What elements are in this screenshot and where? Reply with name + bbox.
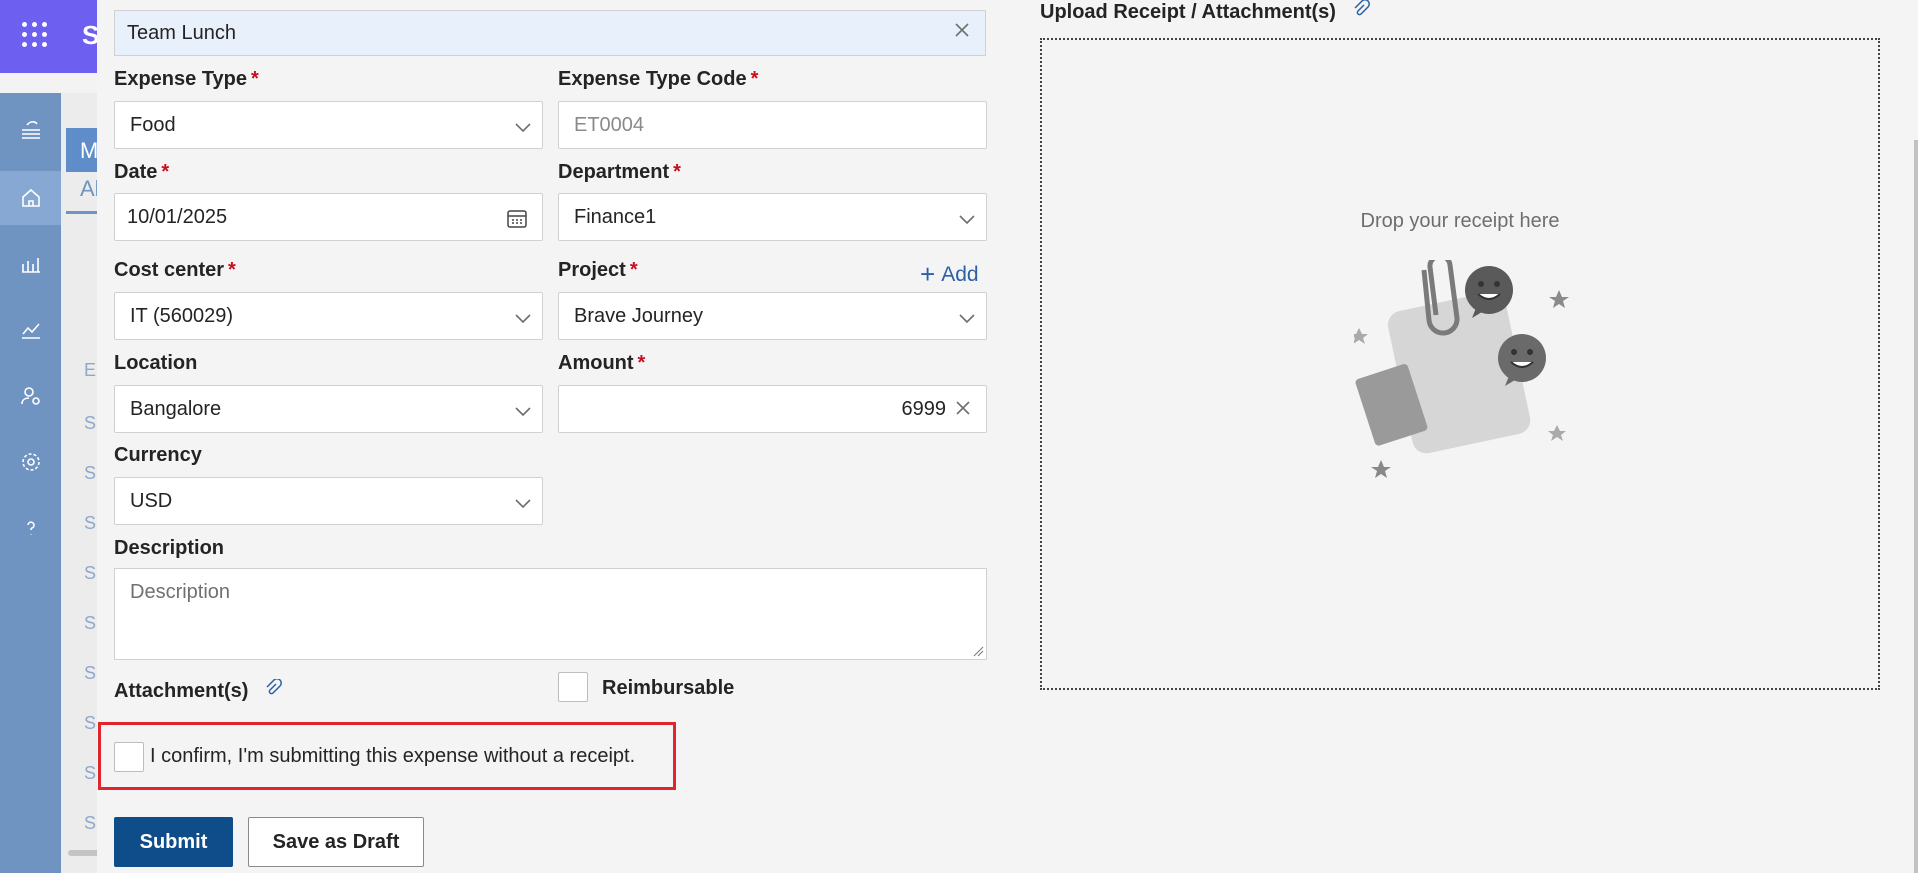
add-project-link[interactable]: + Add — [920, 257, 979, 289]
expense-type-dropdown[interactable]: Food — [114, 101, 543, 149]
amount-label: Amount * — [558, 352, 646, 374]
chevron-down-icon — [514, 117, 531, 133]
project-label: Project * — [558, 259, 638, 281]
expense-title-value: Team Lunch — [127, 21, 236, 44]
user-settings-icon[interactable] — [0, 369, 61, 423]
currency-dropdown[interactable]: USD — [114, 477, 543, 525]
chevron-down-icon — [514, 308, 531, 324]
clear-amount-icon[interactable] — [954, 399, 976, 421]
date-value: 10/01/2025 — [127, 205, 228, 228]
location-value: Bangalore — [130, 397, 222, 420]
trend-icon[interactable] — [0, 303, 61, 357]
left-rail — [0, 93, 61, 873]
paperclip-icon[interactable] — [264, 678, 282, 702]
reports-icon[interactable] — [0, 237, 61, 291]
upload-title: Upload Receipt / Attachment(s) — [1040, 0, 1370, 24]
submit-button[interactable]: Submit — [114, 817, 233, 867]
department-dropdown[interactable]: Finance1 — [558, 193, 987, 241]
drop-receipt-text: Drop your receipt here — [1360, 210, 1560, 232]
cost-center-label: Cost center * — [114, 259, 236, 281]
description-label: Description — [114, 537, 225, 559]
location-label: Location — [114, 352, 198, 374]
reimbursable-checkbox[interactable] — [558, 672, 588, 702]
confirm-no-receipt-checkbox[interactable] — [114, 742, 144, 772]
chevron-down-icon — [514, 401, 531, 417]
currency-label: Currency — [114, 444, 202, 466]
attachments-label: Attachment(s) — [114, 678, 282, 703]
department-value: Finance1 — [574, 205, 657, 228]
currency-value: USD — [130, 489, 173, 512]
home-icon[interactable] — [0, 171, 61, 225]
date-picker[interactable]: 10/01/2025 — [114, 193, 543, 241]
expense-title-input[interactable]: Team Lunch — [114, 10, 986, 56]
expense-type-code-label: Expense Type Code * — [558, 68, 759, 90]
receipt-dropzone[interactable]: Drop your receipt here — [1040, 38, 1880, 690]
save-draft-button[interactable]: Save as Draft — [248, 817, 424, 867]
expense-type-code-input[interactable]: ET0004 — [558, 101, 987, 149]
chevron-down-icon — [514, 493, 531, 509]
description-textarea[interactable]: Description — [114, 568, 987, 660]
expense-type-label: Expense Type * — [114, 68, 259, 90]
paperclip-icon[interactable] — [1352, 0, 1370, 23]
chevron-down-icon — [958, 209, 975, 225]
cost-center-dropdown[interactable]: IT (560029) — [114, 292, 543, 340]
panel-scrollbar[interactable] — [1914, 140, 1918, 873]
project-dropdown[interactable]: Brave Journey — [558, 292, 987, 340]
receipt-illustration-icon — [1354, 260, 1569, 478]
cost-center-value: IT (560029) — [130, 304, 234, 327]
help-icon[interactable] — [0, 501, 61, 555]
resize-handle-icon[interactable] — [972, 645, 984, 657]
reimbursable-label: Reimbursable — [602, 677, 735, 699]
project-value: Brave Journey — [574, 304, 703, 327]
amount-value: 6999 — [901, 397, 947, 420]
logo-menu-icon[interactable] — [0, 103, 61, 157]
settings-icon[interactable] — [0, 435, 61, 489]
confirm-no-receipt-label: I confirm, I'm submitting this expense w… — [150, 745, 636, 767]
calendar-icon[interactable] — [506, 207, 528, 235]
date-label: Date * — [114, 161, 170, 183]
department-label: Department * — [558, 161, 681, 183]
expense-type-code-placeholder: ET0004 — [574, 113, 645, 136]
plus-icon: + — [920, 259, 936, 289]
description-placeholder: Description — [130, 581, 231, 603]
location-dropdown[interactable]: Bangalore — [114, 385, 543, 433]
app-launcher-icon[interactable] — [22, 22, 48, 48]
amount-input[interactable]: 6999 — [558, 385, 987, 433]
expense-type-value: Food — [130, 113, 176, 136]
clear-title-icon[interactable] — [953, 21, 975, 43]
chevron-down-icon — [958, 308, 975, 324]
